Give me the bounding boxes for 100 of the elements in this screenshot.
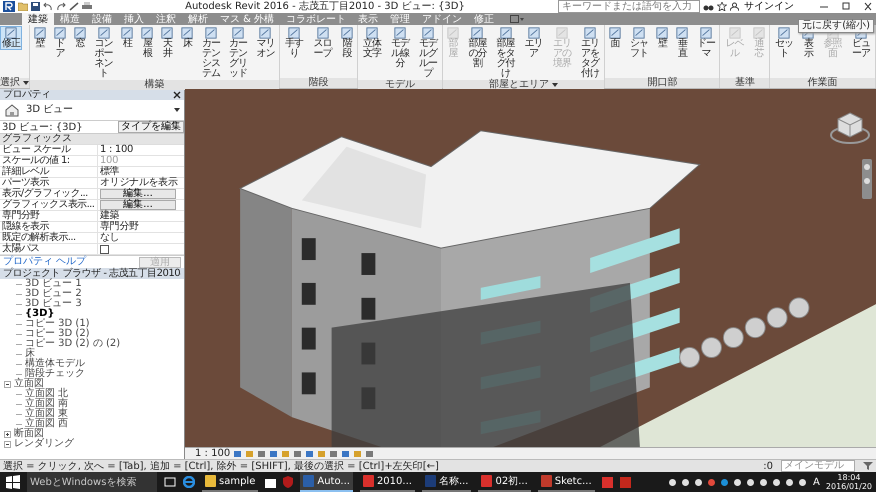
tree-item[interactable]: コピー 3D (2) の (2) [25,339,120,349]
app-logo-icon[interactable] [3,1,15,12]
ribbon-tool-button[interactable]: マリオン [252,26,280,60]
clock[interactable]: 18:04 2016/01/20 [826,473,872,491]
star-icon[interactable] [717,2,727,11]
ribbon-tool-button[interactable]: 壁 [652,26,672,50]
model-dropdown[interactable]: メインモデル [781,460,855,472]
ribbon-tool-button[interactable]: 窓 [70,26,90,50]
caret-icon[interactable] [552,83,558,87]
ribbon-tool-button[interactable]: コンポーネント [90,26,118,80]
ribbon-group-label: 階段 [280,78,357,88]
tree-item[interactable]: 立面図 [14,379,44,389]
caret-icon[interactable] [174,108,180,112]
instance-dropdown[interactable]: 3D ビュー: {3D} [0,122,116,132]
close-icon[interactable] [173,90,181,98]
tree-item[interactable]: コピー 3D (1) [25,319,90,329]
tree-item[interactable]: 階段チェック [25,369,85,379]
ribbon-tool-button[interactable]: モデル線分 [386,26,414,70]
ribbon-tool-button[interactable]: 天井 [157,26,178,60]
ribbon-tool-button[interactable]: エリアをタグ付け [576,26,604,80]
undo-icon[interactable] [43,2,53,11]
ribbon-tool-button[interactable]: 部屋の分割 [463,26,492,70]
browser-icon[interactable] [183,476,195,488]
property-value[interactable]: なし [98,233,184,244]
tree-item[interactable]: 構造体モデル [25,359,85,369]
tree-item[interactable]: {3D} [25,309,54,319]
store-icon[interactable] [265,476,276,488]
tree-item[interactable]: 立面図 北 [25,389,68,399]
taskbar-app-button[interactable]: 02初... [478,472,531,492]
ribbon-tool-button[interactable]: 部屋をタグ付け [491,26,520,80]
save-icon[interactable] [31,2,40,11]
app-icon[interactable] [602,476,613,488]
edit-type-button[interactable]: タイプを編集 [118,121,184,133]
taskbar-app-button[interactable]: Sketc... [538,472,595,492]
windows-logo-icon[interactable] [6,475,20,489]
ribbon-tool-button[interactable]: スロープ [308,26,337,60]
restore-icon[interactable] [841,2,851,11]
taskbar-app-button[interactable]: 2010... [360,472,415,492]
ribbon-tool-button[interactable]: 壁 [30,26,50,50]
tree-item[interactable]: 3D ビュー 3 [25,299,82,309]
taskbar-app-button[interactable]: Auto... [300,472,353,492]
sign-in-button[interactable]: サインイン [742,1,796,12]
plus-icon[interactable] [4,430,11,438]
app-icon [540,475,552,487]
edit-button[interactable]: 編集... [100,189,176,199]
ribbon-tool-button[interactable]: カーテングリッド [224,26,252,80]
property-value[interactable]: 標準 [98,167,184,178]
ribbon-tool-button[interactable]: ドーマ [692,26,720,60]
ribbon-tool-button[interactable]: 修正 [0,26,22,50]
ribbon-tool-button[interactable]: 階段 [336,26,357,60]
ime-indicator[interactable]: A [811,476,822,488]
minus-icon[interactable] [4,380,11,388]
tree-item[interactable]: 床 [25,349,35,359]
ribbon-tool-button[interactable]: 屋根 [137,26,158,60]
search-field[interactable]: キーワードまたは語句を入力 [558,0,700,13]
filter-icon[interactable] [863,462,873,470]
ribbon-tool-button[interactable]: 手すり [280,26,308,60]
edit-button[interactable]: 編集... [100,200,176,210]
section-header: グラフィックス [0,134,184,144]
tree-item[interactable]: 3D ビュー 1 [25,279,82,289]
shield-icon[interactable] [283,476,294,488]
ribbon-tool-button[interactable]: エリア [520,26,548,60]
measure-icon[interactable] [69,2,79,11]
taskbar-search-field[interactable]: WebとWindowsを検索 [27,472,157,492]
property-value[interactable]: 建築 [98,211,184,222]
ribbon-tool-button[interactable]: 垂直 [672,26,692,60]
ribbon-tool-button[interactable]: シャフト [625,26,652,60]
tree-item[interactable]: 立面図 南 [25,399,68,409]
taskbar-app-button[interactable]: sample [202,472,258,492]
view-scale[interactable]: 1 : 100 [195,448,230,459]
taskbar-app-button[interactable]: 名称... [422,472,472,492]
ribbon-tool-button[interactable]: モデルグループ [414,26,442,80]
ribbon-tool-button[interactable]: 面 [605,26,626,50]
print-icon[interactable] [82,2,92,11]
ribbon-tool-button[interactable]: カーテンシステム [197,26,225,80]
tree-item[interactable]: 立面図 東 [25,409,68,419]
ribbon-tool-button[interactable]: 立体文字 [358,26,386,60]
help-link[interactable]: プロパティ ヘルプ [3,257,86,267]
tree-item[interactable]: レンダリング [14,439,74,449]
ribbon-tool-button[interactable]: セット [770,26,798,60]
property-value[interactable]: 1 : 100 [98,145,184,156]
tree-item[interactable]: 3D ビュー 2 [25,289,82,299]
tree-item[interactable]: 立面図 西 [25,419,68,429]
ribbon-tool-button[interactable]: ドア [50,26,70,60]
tool-icon [526,27,542,39]
close-icon[interactable] [863,2,873,11]
ribbon-tool-button[interactable]: 柱 [117,26,138,50]
minus-icon[interactable] [4,440,11,448]
ribbon-tool-button[interactable]: 床 [177,26,198,50]
checkbox[interactable] [100,245,109,254]
caret-icon[interactable] [23,81,29,85]
app-icon[interactable] [620,476,631,488]
panel-toggle-icon[interactable] [510,15,524,23]
redo-icon[interactable] [56,2,66,11]
task-view-icon[interactable] [164,477,176,487]
property-value[interactable]: 専門分野 [98,222,184,233]
tree-item[interactable]: 断面図 [14,429,44,439]
3d-view-canvas[interactable] [185,89,876,447]
tree-item[interactable]: コピー 3D (2) [25,329,90,339]
ribbon-tab[interactable]: 建築 [22,13,54,25]
